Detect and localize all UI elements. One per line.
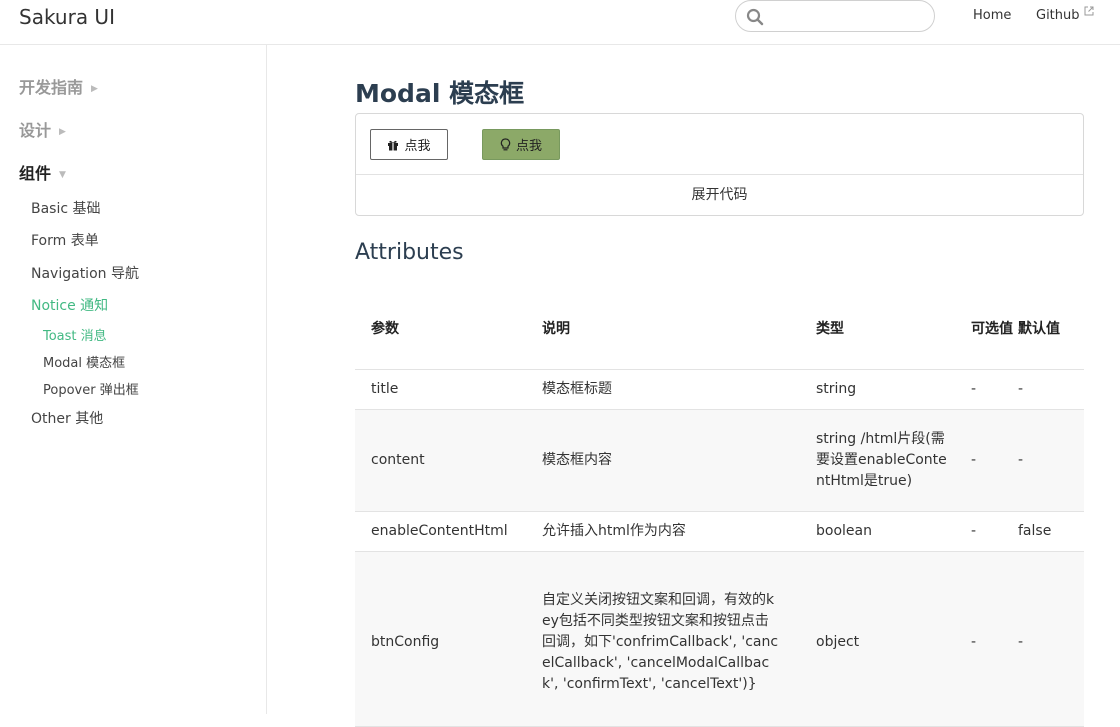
sidebar-section-label: 组件: [19, 164, 52, 183]
sidebar-item-navigation[interactable]: Navigation 导航: [31, 263, 139, 283]
cell-desc: 模态框标题: [526, 369, 800, 410]
nav-github-label: Github: [1036, 8, 1080, 23]
sidebar-item-modal[interactable]: Modal 模态框: [43, 352, 125, 371]
cell-options: -: [967, 369, 1014, 410]
cell-options: -: [967, 551, 1014, 727]
sidebar-section-label: 开发指南: [19, 78, 84, 97]
sidebar-section-guide[interactable]: 开发指南 ▶: [19, 74, 98, 98]
sidebar-section-label: 设计: [19, 121, 52, 140]
cell-type: boolean: [800, 511, 967, 552]
header-type: 类型: [800, 288, 967, 370]
demo-block: 点我 点我 展开代码: [355, 113, 1084, 216]
sidebar-section-design[interactable]: 设计 ▶: [19, 117, 66, 141]
header-options: 可选值: [967, 288, 1014, 370]
cell-type: string /html片段(需要设置enableContentHtml是tru…: [800, 409, 967, 512]
sidebar-item-notice[interactable]: Notice 通知: [31, 295, 108, 315]
header-default: 默认值: [1014, 288, 1084, 370]
sidebar-item-popover[interactable]: Popover 弹出框: [43, 379, 139, 398]
cell-default: -: [1014, 369, 1084, 410]
lightbulb-icon: [500, 138, 511, 151]
table-row: btnConfig 自定义关闭按钮文案和回调，有效的key包括不同类型按钮文案和…: [355, 551, 1084, 727]
sidebar-item-basic[interactable]: Basic 基础: [31, 198, 101, 218]
sidebar-item-toast[interactable]: Toast 消息: [43, 325, 107, 344]
sidebar-section-components[interactable]: 组件 ▼: [19, 160, 66, 184]
table-row: title 模态框标题 string - -: [355, 369, 1084, 410]
header-desc: 说明: [526, 288, 800, 370]
site-logo[interactable]: Sakura UI: [19, 5, 115, 29]
search-box[interactable]: [735, 0, 935, 32]
nav-github-link[interactable]: Github: [1036, 6, 1094, 23]
nav-home-link[interactable]: Home: [973, 8, 1011, 23]
attributes-table: 参数 说明 类型 可选值 默认值 title 模态框标题 string - - …: [355, 288, 1084, 727]
cell-param: enableContentHtml: [355, 511, 526, 552]
table-row: enableContentHtml 允许插入html作为内容 boolean -…: [355, 511, 1084, 552]
sidebar-item-other[interactable]: Other 其他: [31, 408, 103, 428]
search-icon: [746, 8, 764, 26]
caret-down-icon: ▼: [59, 169, 66, 180]
cell-param: btnConfig: [355, 551, 526, 727]
demo-button-default[interactable]: 点我: [370, 129, 448, 160]
table-row: content 模态框内容 string /html片段(需要设置enableC…: [355, 409, 1084, 512]
cell-param: title: [355, 369, 526, 410]
sidebar-item-form[interactable]: Form 表单: [31, 230, 99, 250]
attributes-heading: Attributes: [355, 240, 464, 265]
gift-icon: [388, 140, 399, 150]
external-link-icon: [1084, 6, 1094, 16]
demo-button-label: 点我: [515, 139, 542, 154]
cell-default: false: [1014, 511, 1084, 552]
page-title: Modal 模态框: [355, 79, 525, 108]
header-param: 参数: [355, 288, 526, 370]
expand-code-button[interactable]: 展开代码: [356, 175, 1083, 215]
demo-button-label: 点我: [404, 139, 431, 154]
search-input[interactable]: [770, 6, 924, 28]
cell-desc: 自定义关闭按钮文案和回调，有效的key包括不同类型按钮文案和按钮点击回调，如下'…: [526, 551, 800, 727]
cell-default: -: [1014, 551, 1084, 727]
top-header: Sakura UI Home Github: [0, 0, 1120, 45]
cell-type: object: [800, 551, 967, 727]
demo-button-primary[interactable]: 点我: [482, 129, 560, 160]
caret-right-icon: ▶: [59, 126, 66, 137]
cell-default: -: [1014, 409, 1084, 512]
cell-param: content: [355, 409, 526, 512]
cell-desc: 模态框内容: [526, 409, 800, 512]
cell-desc: 允许插入html作为内容: [526, 511, 800, 552]
sidebar: 开发指南 ▶ 设计 ▶ 组件 ▼ Basic 基础 Form 表单 Navigatio…: [0, 45, 267, 714]
cell-options: -: [967, 409, 1014, 512]
cell-options: -: [967, 511, 1014, 552]
caret-right-icon: ▶: [91, 83, 98, 94]
table-header-row: 参数 说明 类型 可选值 默认值: [355, 288, 1084, 370]
cell-type: string: [800, 369, 967, 410]
